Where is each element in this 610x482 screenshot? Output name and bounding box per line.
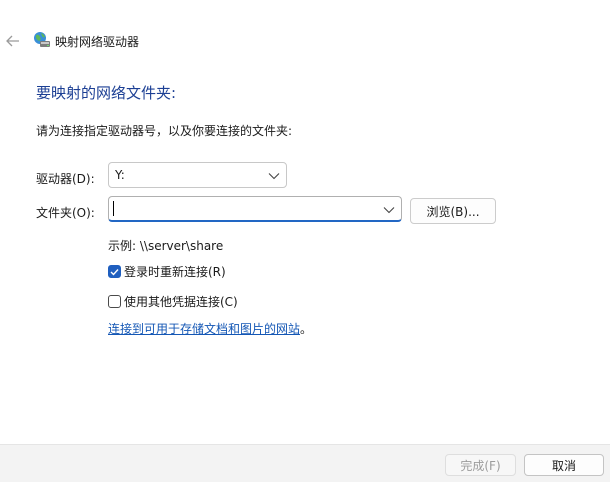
back-button[interactable] <box>4 32 22 50</box>
chevron-down-icon <box>268 173 280 180</box>
checkbox-checked[interactable] <box>108 265 121 278</box>
finish-button[interactable]: 完成(F) <box>445 454 516 476</box>
credentials-label: 使用其他凭据连接(C) <box>124 295 238 309</box>
dialog-footer <box>0 444 610 482</box>
browse-button[interactable]: 浏览(B)... <box>410 198 496 224</box>
instruction-text: 请为连接指定驱动器号，以及你要连接的文件夹: <box>36 124 293 138</box>
website-link[interactable]: 连接到可用于存储文档和图片的网站 <box>108 322 300 336</box>
link-suffix: 。 <box>300 322 313 336</box>
network-drive-icon <box>33 31 51 49</box>
reconnect-label: 登录时重新连接(R) <box>124 265 226 279</box>
drive-letter-select[interactable]: Y: <box>108 162 287 188</box>
drive-letter-value: Y: <box>115 168 125 182</box>
text-cursor <box>113 201 114 216</box>
credentials-checkbox[interactable]: 使用其他凭据连接(C) <box>108 293 238 310</box>
example-text: 示例: \\server\share <box>108 239 224 253</box>
folder-input[interactable] <box>109 197 385 222</box>
window-title: 映射网络驱动器 <box>55 35 140 49</box>
chevron-down-icon[interactable] <box>383 206 395 214</box>
checkmark-icon <box>110 268 119 276</box>
folder-label: 文件夹(O): <box>36 206 95 220</box>
drive-label: 驱动器(D): <box>36 172 95 186</box>
page-heading: 要映射的网络文件夹: <box>36 84 177 102</box>
website-link-row: 连接到可用于存储文档和图片的网站。 <box>108 320 312 337</box>
arrow-left-icon <box>6 35 19 47</box>
cancel-button[interactable]: 取消 <box>524 454 604 476</box>
checkbox-unchecked[interactable] <box>108 295 121 308</box>
folder-combobox[interactable] <box>108 196 402 222</box>
reconnect-checkbox[interactable]: 登录时重新连接(R) <box>108 263 226 280</box>
